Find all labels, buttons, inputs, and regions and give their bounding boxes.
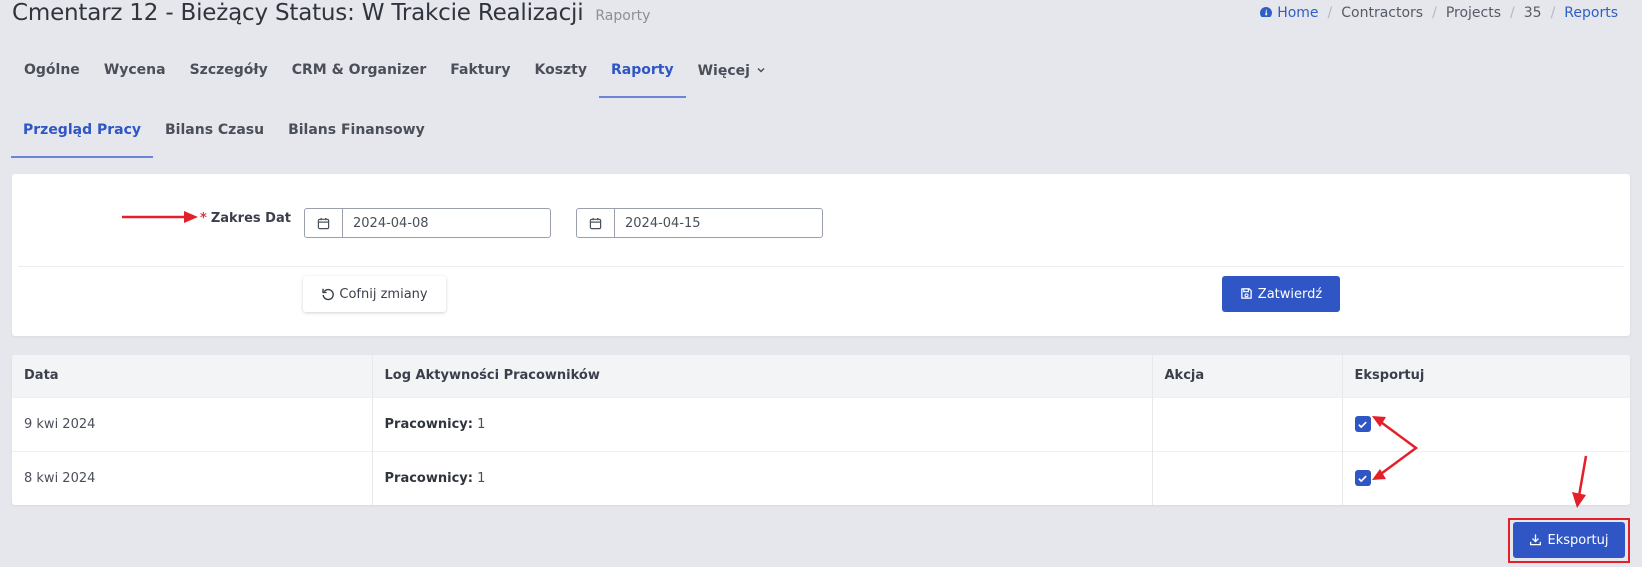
download-icon	[1529, 533, 1543, 547]
cell-action	[1152, 451, 1343, 505]
breadcrumb-separator: /	[1327, 5, 1333, 21]
tab-koszty[interactable]: Koszty	[522, 48, 599, 98]
date-to-field[interactable]: 2024-04-15	[576, 208, 823, 238]
tab-wycena[interactable]: Wycena	[92, 48, 178, 98]
tab-wiecej[interactable]: Więcej	[686, 48, 777, 98]
page-title: Cmentarz 12 - Bieżący Status: W Trakcie …	[12, 0, 584, 26]
breadcrumb-project-id[interactable]: 35	[1524, 5, 1542, 21]
cell-date: 9 kwi 2024	[12, 397, 373, 451]
tab-wiecej-label: Więcej	[697, 63, 750, 79]
column-header-akcja[interactable]: Akcja	[1152, 355, 1343, 397]
breadcrumb-projects[interactable]: Projects	[1446, 5, 1501, 21]
checkmark-icon	[1358, 421, 1367, 428]
annotation-arrow-right-icon	[122, 211, 198, 223]
breadcrumb-home-label: Home	[1277, 5, 1319, 21]
checkmark-icon	[1358, 475, 1367, 482]
column-header-log[interactable]: Log Aktywności Pracowników	[372, 355, 1153, 397]
column-header-data[interactable]: Data	[12, 355, 373, 397]
cell-date: 8 kwi 2024	[12, 451, 373, 505]
breadcrumb-separator: /	[1432, 5, 1437, 21]
annotation-arrow-down-icon	[1572, 455, 1588, 508]
export-button[interactable]: Eksportuj	[1513, 522, 1625, 558]
date-to-value[interactable]: 2024-04-15	[615, 209, 822, 237]
subtab-przeglad-pracy[interactable]: Przegląd Pracy	[11, 108, 154, 158]
breadcrumb-separator: /	[1550, 5, 1556, 21]
subtab-bilans-czasu[interactable]: Bilans Czasu	[153, 108, 276, 158]
annotation-arrows-icon	[1372, 416, 1419, 480]
tab-crm-organizer[interactable]: CRM & Organizer	[280, 48, 439, 98]
breadcrumb-home[interactable]: Home	[1259, 5, 1319, 21]
page-subtitle: Raporty	[595, 8, 651, 24]
submit-button-label: Zatwierdź	[1257, 286, 1323, 302]
cell-log-label: Pracownicy:	[384, 470, 473, 486]
cell-log-value: 1	[477, 470, 486, 486]
calendar-icon[interactable]	[577, 209, 615, 237]
date-range-label: * Zakres Dat	[200, 211, 291, 226]
filter-card: * Zakres Dat 2024-04-08 2024-04-15 Cofnij…	[12, 174, 1630, 336]
date-from-value[interactable]: 2024-04-08	[343, 209, 550, 237]
save-icon	[1240, 287, 1254, 301]
table-header-row: Data Log Aktywności Pracowników Akcja Ek…	[12, 355, 1630, 397]
undo-icon	[321, 287, 335, 301]
date-range-label-text: Zakres Dat	[210, 211, 291, 226]
breadcrumb-reports[interactable]: Reports	[1564, 5, 1618, 21]
reset-button[interactable]: Cofnij zmiany	[303, 276, 446, 312]
calendar-icon[interactable]	[305, 209, 343, 237]
cell-action	[1152, 397, 1343, 451]
tab-szczegoly[interactable]: Szczegóły	[178, 48, 280, 98]
submit-button[interactable]: Zatwierdź	[1222, 276, 1340, 312]
tab-ogolne[interactable]: Ogólne	[12, 48, 92, 98]
main-tabs: Ogólne Wycena Szczegóły CRM & Organizer …	[12, 48, 777, 98]
required-mark: *	[200, 211, 207, 226]
cell-log: Pracownicy: 1	[372, 397, 1153, 451]
export-button-label: Eksportuj	[1547, 532, 1609, 548]
subtab-bilans-finansowy[interactable]: Bilans Finansowy	[276, 108, 437, 158]
breadcrumb: Home / Contractors / Projects / 35 / Rep…	[1259, 5, 1618, 21]
reset-button-label: Cofnij zmiany	[339, 286, 428, 302]
export-checkbox[interactable]	[1354, 416, 1371, 432]
column-header-eksportuj[interactable]: Eksportuj	[1342, 355, 1630, 397]
title-row: Cmentarz 12 - Bieżący Status: W Trakcie …	[12, 0, 650, 32]
sub-tabs: Przegląd Pracy Bilans Czasu Bilans Finan…	[11, 108, 437, 158]
cell-log: Pracownicy: 1	[372, 451, 1153, 505]
divider	[18, 266, 1624, 267]
breadcrumb-separator: /	[1510, 5, 1515, 21]
tab-raporty[interactable]: Raporty	[599, 48, 686, 98]
cell-log-value: 1	[477, 416, 486, 432]
export-checkbox[interactable]	[1354, 470, 1371, 487]
dashboard-icon	[1259, 6, 1273, 18]
chevron-down-icon	[757, 62, 765, 73]
date-from-field[interactable]: 2024-04-08	[304, 208, 551, 238]
cell-log-label: Pracownicy:	[384, 416, 473, 432]
breadcrumb-contractors[interactable]: Contractors	[1341, 5, 1423, 21]
tab-faktury[interactable]: Faktury	[438, 48, 522, 98]
